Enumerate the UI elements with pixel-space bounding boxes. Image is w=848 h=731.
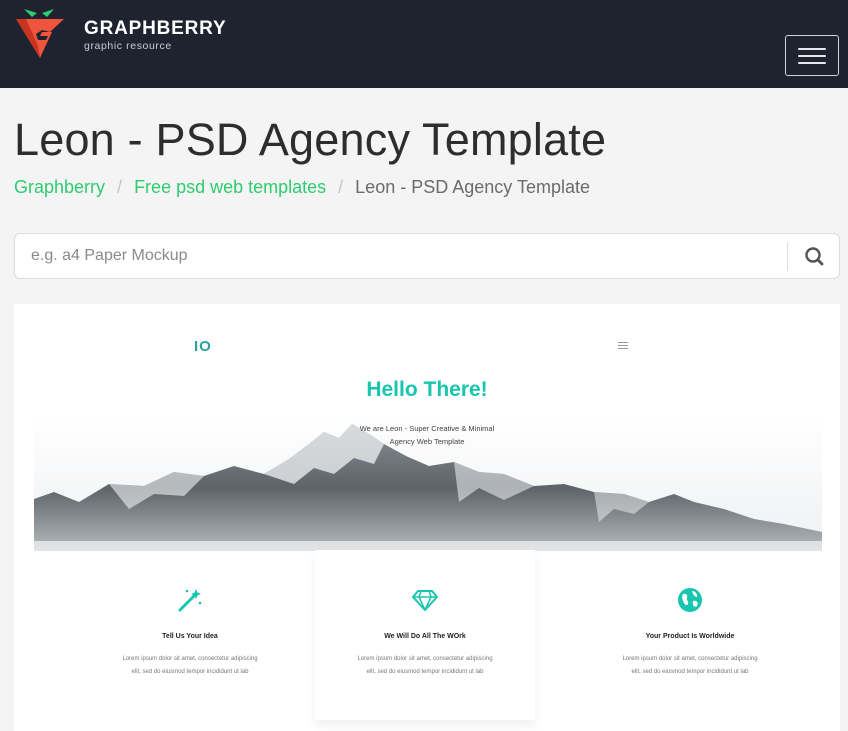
search-icon: [805, 247, 824, 266]
breadcrumb-link-category[interactable]: Free psd web templates: [134, 177, 326, 197]
feature-title: Tell Us Your Idea: [162, 633, 218, 640]
breadcrumb: Graphberry / Free psd web templates / Leon -…: [14, 176, 590, 198]
diamond-icon: [412, 590, 438, 611]
preview-menu-icon: [618, 342, 628, 349]
feature-card: Your Product Is Worldwide Lorem ipsum do…: [580, 550, 800, 720]
top-navbar: GRAPHBERRY graphic resource: [0, 0, 848, 88]
brand-tagline: graphic resource: [84, 40, 172, 52]
template-preview-image[interactable]: IO Hello There! We are Leon - Super Crea…: [14, 304, 840, 731]
feature-title: Your Product Is Worldwide: [645, 633, 735, 640]
magic-wand-icon: [178, 589, 202, 612]
page-title: Leon - PSD Agency Template: [14, 114, 607, 165]
preview-logo: IO: [194, 338, 212, 355]
breadcrumb-separator: /: [117, 177, 123, 197]
graphberry-logo-icon[interactable]: [14, 6, 66, 62]
hamburger-menu-icon: [798, 48, 826, 50]
feature-card: We Will Do All The WOrk Lorem ipsum dolo…: [315, 550, 535, 720]
search-bar: [14, 233, 840, 279]
breadcrumb-link-home[interactable]: Graphberry: [14, 177, 105, 197]
search-button[interactable]: [789, 234, 839, 278]
brand: GRAPHBERRY graphic resource: [84, 18, 226, 52]
feature-text: Lorem ipsum dolor sit amet, consectetur …: [622, 656, 758, 675]
breadcrumb-separator: /: [338, 177, 344, 197]
globe-icon: [678, 588, 702, 612]
preview-features: Tell Us Your Idea Lorem ipsum dolor sit …: [14, 550, 840, 731]
preview-hero-title: Hello There!: [366, 378, 488, 401]
brand-name: GRAPHBERRY: [84, 18, 227, 39]
feature-card: Tell Us Your Idea Lorem ipsum dolor sit …: [80, 550, 300, 720]
preview-hero-subtitle: We are Leon - Super Creative & Minimal A…: [359, 424, 495, 446]
feature-title: We Will Do All The WOrk: [384, 633, 466, 640]
feature-text: Lorem ipsum dolor sit amet, consectetur …: [357, 656, 493, 675]
feature-text: Lorem ipsum dolor sit amet, consectetur …: [122, 656, 258, 675]
search-input[interactable]: [15, 234, 785, 278]
hamburger-menu-button[interactable]: [785, 35, 839, 76]
breadcrumb-current: Leon - PSD Agency Template: [355, 177, 590, 197]
search-divider: [787, 243, 788, 271]
